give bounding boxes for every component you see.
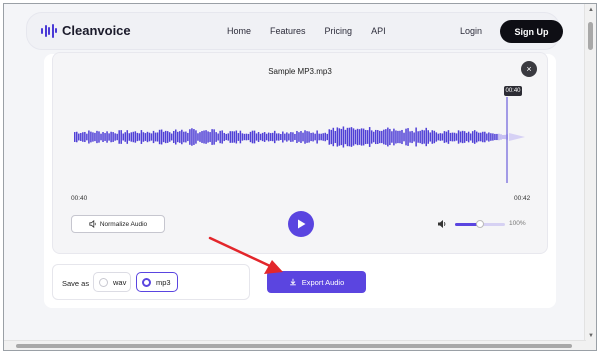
volume-percent: 100% xyxy=(509,220,526,227)
signup-button[interactable]: Sign Up xyxy=(500,20,563,43)
time-start: 00:40 xyxy=(71,195,88,202)
radio-mp3[interactable] xyxy=(142,277,151,287)
brand-logo[interactable]: Cleanvoice xyxy=(41,23,131,38)
red-arrow-annotation xyxy=(208,236,283,274)
horizontal-scrollbar[interactable] xyxy=(4,340,586,350)
top-navbar: Cleanvoice Home Features Pricing API Log… xyxy=(26,12,563,50)
nav-link-pricing[interactable]: Pricing xyxy=(325,26,353,36)
format-option-mp3[interactable]: mp3 xyxy=(136,272,178,292)
file-name: Sample MP3.mp3 xyxy=(268,67,332,76)
normalize-label: Normalize Audio xyxy=(99,220,148,228)
login-link[interactable]: Login xyxy=(460,26,482,36)
brand-name: Cleanvoice xyxy=(62,23,131,38)
close-icon[interactable]: × xyxy=(521,61,537,77)
format-label-mp3: mp3 xyxy=(156,277,171,287)
audio-player: Sample MP3.mp3 × 00:40 00:40 00:42 Norma… xyxy=(52,52,548,254)
audio-waveform[interactable] xyxy=(73,93,528,183)
nav-link-api[interactable]: API xyxy=(371,26,386,36)
browser-viewport: Cleanvoice Home Features Pricing API Log… xyxy=(3,3,597,351)
normalize-audio-button[interactable]: Normalize Audio xyxy=(71,215,165,233)
vertical-scroll-thumb[interactable] xyxy=(588,22,593,50)
waveform-logo-icon xyxy=(41,23,57,38)
volume-icon[interactable] xyxy=(437,219,447,229)
volume-slider[interactable] xyxy=(455,220,505,228)
time-end: 00:42 xyxy=(514,195,531,202)
vertical-scrollbar[interactable]: ▲ ▼ xyxy=(584,4,596,350)
format-option-wav[interactable]: wav xyxy=(93,272,131,292)
playhead-time-badge: 00:40 xyxy=(504,86,522,96)
format-label-wav: wav xyxy=(113,277,127,287)
horizontal-scroll-thumb[interactable] xyxy=(16,344,572,348)
volume-handle[interactable] xyxy=(476,220,484,228)
export-label: Export Audio xyxy=(301,277,345,287)
save-as-label: Save as xyxy=(62,279,90,288)
play-icon xyxy=(297,219,305,229)
scroll-down-icon[interactable]: ▼ xyxy=(588,333,594,339)
speaker-icon xyxy=(89,220,96,228)
nav-link-features[interactable]: Features xyxy=(270,26,306,36)
nav-link-home[interactable]: Home xyxy=(227,26,251,36)
nav-links: Home Features Pricing API xyxy=(227,26,386,36)
radio-wav[interactable] xyxy=(99,277,108,287)
scroll-up-icon[interactable]: ▲ xyxy=(588,7,594,13)
